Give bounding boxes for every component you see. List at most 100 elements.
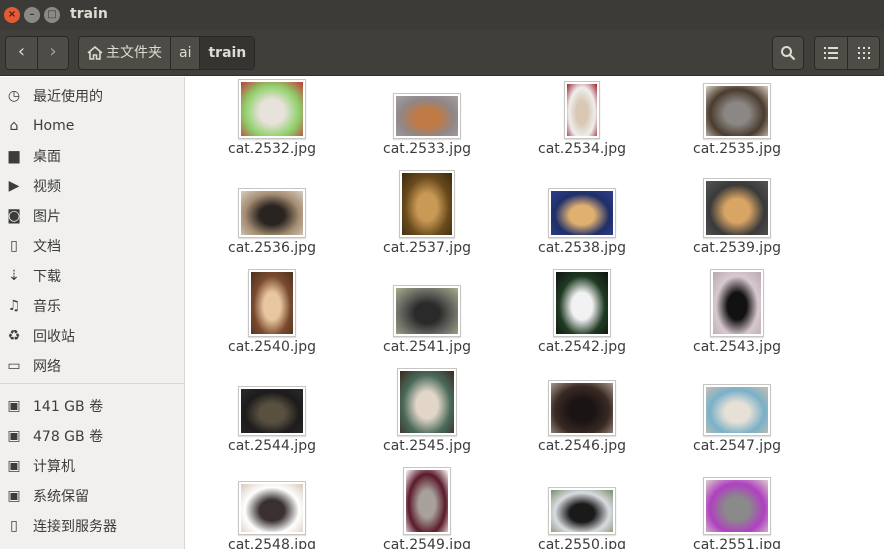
breadcrumb-label: 主文件夹 <box>106 45 162 61</box>
drive-icon: ▣ <box>7 488 21 504</box>
file-item[interactable]: cat.2539.jpg <box>672 171 802 271</box>
search-button[interactable] <box>772 36 804 70</box>
file-name: cat.2533.jpg <box>383 141 471 157</box>
file-name: cat.2542.jpg <box>538 339 626 355</box>
chevron-right-icon: › <box>49 41 57 62</box>
cat-photo-thumbnail <box>400 371 454 433</box>
list-view-button[interactable] <box>815 37 847 69</box>
sidebar-item[interactable]: ♫ 音乐 <box>0 291 184 321</box>
sidebar-item-label: 计算机 <box>33 459 75 475</box>
file-name: cat.2548.jpg <box>228 537 316 549</box>
file-item[interactable]: cat.2534.jpg <box>517 77 647 172</box>
sidebar-item-label: 系统保留 <box>33 489 89 505</box>
home-icon <box>87 46 103 60</box>
sidebar-item[interactable]: ◷ 最近使用的 <box>0 81 184 111</box>
sidebar-item[interactable]: ◙ 图片 <box>0 201 184 231</box>
file-item[interactable]: cat.2548.jpg <box>207 468 337 549</box>
sidebar-item[interactable]: ⇣ 下载 <box>0 261 184 291</box>
file-item[interactable]: cat.2543.jpg <box>672 269 802 370</box>
file-thumbnail <box>703 384 771 436</box>
cat-photo-thumbnail <box>706 86 768 136</box>
sidebar-item-label: 回收站 <box>33 329 75 345</box>
cat-photo-thumbnail <box>556 272 608 334</box>
file-item[interactable]: cat.2550.jpg <box>517 468 647 549</box>
maximize-window-button[interactable]: □ <box>44 7 60 23</box>
file-item[interactable]: cat.2532.jpg <box>207 77 337 172</box>
close-window-button[interactable]: × <box>4 7 20 23</box>
file-name: cat.2549.jpg <box>383 537 471 549</box>
grid-view-button[interactable] <box>847 37 879 69</box>
file-item[interactable]: cat.2545.jpg <box>362 368 492 469</box>
sidebar-item-label: 141 GB 卷 <box>33 399 104 415</box>
file-item[interactable]: cat.2547.jpg <box>672 369 802 469</box>
breadcrumb-train[interactable]: train <box>200 37 255 69</box>
file-name: cat.2550.jpg <box>538 537 626 549</box>
chevron-left-icon: ‹ <box>17 41 26 62</box>
video-icon: ▶ <box>8 178 20 194</box>
file-item[interactable]: cat.2533.jpg <box>362 77 492 172</box>
file-item[interactable]: cat.2537.jpg <box>362 170 492 271</box>
sidebar-item[interactable]: ▆ 桌面 <box>0 141 184 171</box>
trash-icon: ♻ <box>7 328 21 344</box>
file-thumbnail <box>548 487 616 535</box>
file-item[interactable]: cat.2535.jpg <box>672 77 802 172</box>
sidebar-item[interactable]: ⌂ Home <box>0 111 184 141</box>
sidebar-item[interactable]: ▣ 计算机 <box>0 451 184 481</box>
file-item[interactable]: cat.2536.jpg <box>207 171 337 271</box>
file-item[interactable]: cat.2551.jpg <box>672 468 802 549</box>
title-bar: × – □ train <box>0 0 884 30</box>
sidebar-item-label: 最近使用的 <box>33 89 103 105</box>
clock-icon: ◷ <box>7 88 21 104</box>
sidebar-item[interactable]: ▯ 文档 <box>0 231 184 261</box>
file-name: cat.2546.jpg <box>538 438 626 454</box>
sidebar-item[interactable]: ▶ 视频 <box>0 171 184 201</box>
cat-photo-thumbnail <box>396 96 458 136</box>
file-thumbnail <box>548 188 616 238</box>
sidebar-item-label: Home <box>33 118 75 134</box>
breadcrumb-home[interactable]: 主文件夹 <box>79 37 171 69</box>
file-grid: cat.2532.jpg cat.2533.jpg cat.2534.jpg cat.… <box>185 77 884 549</box>
sidebar-item-label: 音乐 <box>33 299 61 315</box>
sidebar-item[interactable]: ▣ 141 GB 卷 <box>0 391 184 421</box>
file-name: cat.2536.jpg <box>228 240 316 256</box>
sidebar-item[interactable]: ▭ 网络 <box>0 351 184 381</box>
cat-photo-thumbnail <box>241 191 303 235</box>
breadcrumb-ai[interactable]: ai <box>171 37 201 69</box>
file-item[interactable]: cat.2540.jpg <box>207 269 337 370</box>
file-name: cat.2551.jpg <box>693 537 781 549</box>
file-thumbnail <box>703 83 771 139</box>
file-name: cat.2532.jpg <box>228 141 316 157</box>
file-item[interactable]: cat.2538.jpg <box>517 171 647 271</box>
file-item[interactable]: cat.2542.jpg <box>517 269 647 370</box>
forward-button[interactable]: › <box>36 37 68 69</box>
sidebar: ◷ 最近使用的 ⌂ Home ▆ 桌面 ▶ 视频 ◙ 图片 ▯ 文档 ⇣ 下载 ♫ 音乐 ♻ 回收站 ▭ 网络 ▣ 141… <box>0 77 185 549</box>
file-thumbnail <box>399 170 455 238</box>
sidebar-item-label: 文档 <box>33 239 61 255</box>
sidebar-item[interactable]: ▣ 478 GB 卷 <box>0 421 184 451</box>
sidebar-item[interactable]: ▣ 系统保留 <box>0 481 184 511</box>
sidebar-item-label: 视频 <box>33 179 61 195</box>
cat-photo-thumbnail <box>551 191 613 235</box>
cat-photo-thumbnail <box>396 288 458 334</box>
file-item[interactable]: cat.2544.jpg <box>207 369 337 469</box>
cat-photo-thumbnail <box>706 387 768 433</box>
file-item[interactable]: cat.2546.jpg <box>517 369 647 469</box>
minimize-window-button[interactable]: – <box>24 7 40 23</box>
sidebar-item[interactable]: ▯ 连接到服务器 <box>0 511 184 541</box>
grid-view-icon <box>857 47 870 59</box>
file-item[interactable]: cat.2541.jpg <box>362 270 492 370</box>
list-view-icon <box>824 47 838 59</box>
cat-photo-thumbnail <box>567 84 597 136</box>
document-icon: ▯ <box>10 238 18 254</box>
sidebar-item-label: 478 GB 卷 <box>33 429 104 445</box>
cat-photo-thumbnail <box>241 389 303 433</box>
sidebar-item[interactable]: ♻ 回收站 <box>0 321 184 351</box>
file-item[interactable]: cat.2549.jpg <box>362 467 492 549</box>
breadcrumb: 主文件夹 ai train <box>78 36 256 70</box>
file-name: cat.2545.jpg <box>383 438 471 454</box>
file-thumbnail <box>397 368 457 436</box>
file-thumbnail <box>710 269 764 337</box>
back-button[interactable]: ‹ <box>6 37 37 69</box>
cat-photo-thumbnail <box>406 470 448 532</box>
navigation-buttons: ‹ › <box>5 36 69 70</box>
